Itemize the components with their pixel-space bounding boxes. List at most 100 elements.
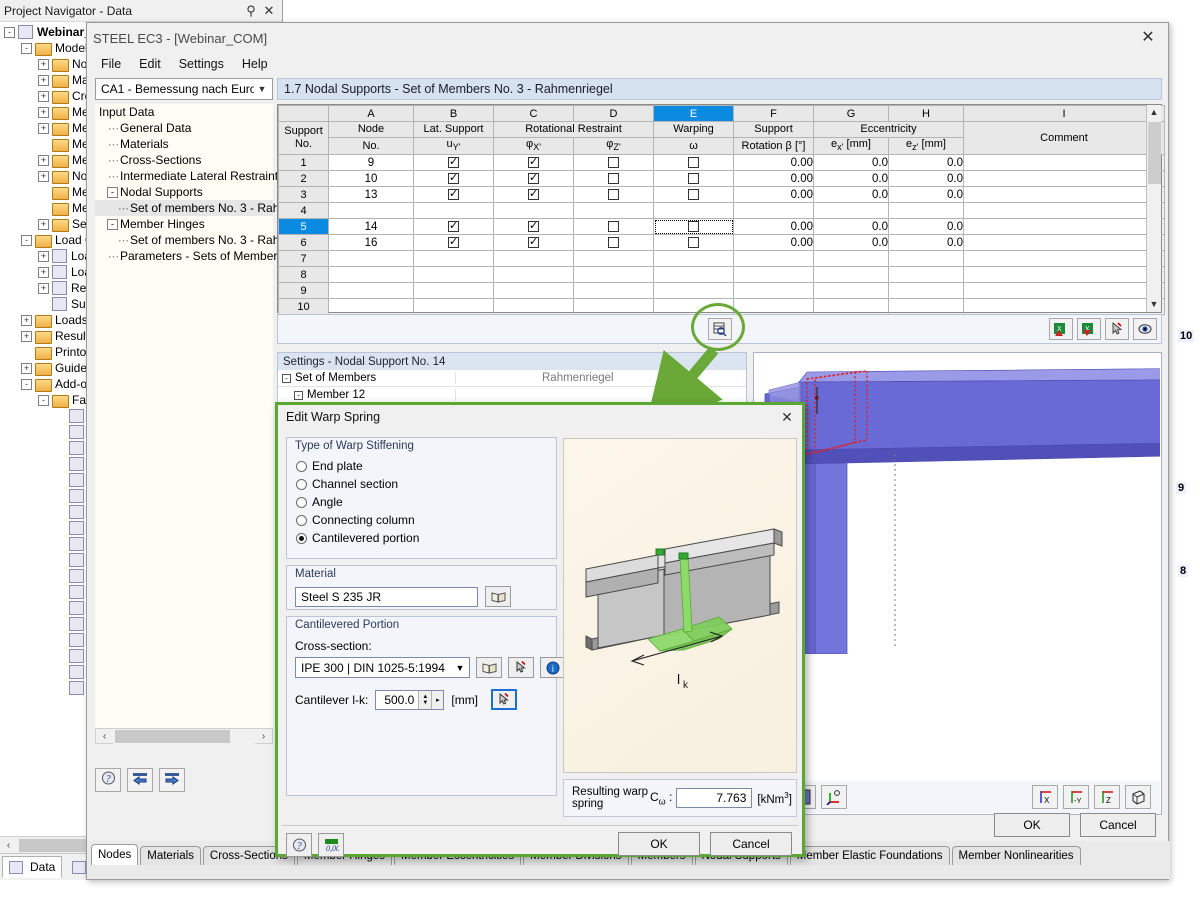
steel-window-menubar[interactable]: File Edit Settings Help bbox=[87, 53, 1168, 75]
table-row[interactable]: 190.000.00.0 bbox=[278, 154, 1165, 172]
cell-comment[interactable] bbox=[963, 170, 1165, 188]
cell-warping[interactable] bbox=[653, 202, 734, 220]
cell-warping[interactable] bbox=[653, 154, 734, 172]
menu-item-help[interactable]: Help bbox=[242, 57, 268, 71]
checkbox[interactable] bbox=[608, 237, 619, 249]
spinner-more-icon[interactable]: ▸ bbox=[431, 690, 444, 709]
cell-node[interactable] bbox=[328, 282, 414, 300]
cell-phix[interactable] bbox=[493, 170, 574, 188]
expander-icon[interactable]: + bbox=[21, 362, 32, 374]
cell-node[interactable] bbox=[328, 298, 414, 316]
spinner-up-down-icon[interactable]: ▲ ▼ bbox=[418, 690, 432, 709]
table-row[interactable]: 9 bbox=[278, 282, 1165, 300]
module-tree-item[interactable]: ⋯ Cross-Sections bbox=[95, 152, 273, 168]
scroll-left-icon[interactable]: ‹ bbox=[96, 729, 113, 744]
expander-icon[interactable]: + bbox=[38, 122, 49, 134]
cell-warping[interactable] bbox=[653, 186, 734, 204]
cell-ex[interactable]: 0.0 bbox=[813, 234, 889, 252]
chevron-down-icon[interactable]: ▼ bbox=[254, 84, 270, 94]
cell-ez[interactable]: 0.0 bbox=[888, 218, 964, 236]
excel-import-icon[interactable]: X bbox=[1049, 318, 1073, 340]
cell-comment[interactable] bbox=[963, 186, 1165, 204]
cell-lat-support[interactable] bbox=[413, 234, 494, 252]
row-header-cell[interactable]: 9 bbox=[278, 282, 329, 300]
cell-phix[interactable] bbox=[493, 186, 574, 204]
dialog-ok-button[interactable]: OK bbox=[618, 832, 700, 856]
cell-phix[interactable] bbox=[493, 154, 574, 172]
checkbox[interactable] bbox=[608, 221, 619, 233]
cell-phix[interactable] bbox=[493, 266, 574, 284]
cell-support-rotation[interactable] bbox=[733, 250, 814, 268]
column-header-I[interactable]: I bbox=[963, 105, 1165, 122]
cell-comment[interactable] bbox=[963, 266, 1165, 284]
checkbox[interactable] bbox=[448, 171, 459, 185]
scroll-thumb[interactable] bbox=[115, 729, 230, 743]
cell-node[interactable]: 9 bbox=[328, 154, 414, 172]
model-3d-view[interactable] bbox=[755, 354, 1160, 780]
cell-warping[interactable] bbox=[653, 218, 734, 236]
view-icon[interactable] bbox=[1133, 318, 1157, 340]
cell-support-rotation[interactable] bbox=[733, 298, 814, 316]
cell-warping[interactable] bbox=[653, 250, 734, 268]
row-header-cell[interactable]: 8 bbox=[278, 266, 329, 284]
book-icon[interactable] bbox=[485, 586, 511, 607]
scroll-up-icon[interactable]: ▲ bbox=[1147, 105, 1161, 120]
close-icon[interactable]: ✕ bbox=[260, 2, 278, 20]
cell-phiz[interactable] bbox=[573, 186, 654, 204]
cell-comment[interactable] bbox=[963, 250, 1165, 268]
module-tree-item[interactable]: ⋯ Materials bbox=[95, 136, 273, 152]
cell-ez[interactable]: 0.0 bbox=[888, 170, 964, 188]
module-tree-toolbar[interactable]: ? bbox=[95, 768, 185, 792]
column-header-C[interactable]: C bbox=[493, 105, 574, 122]
ok-button[interactable]: OK bbox=[994, 813, 1070, 837]
module-tree[interactable]: Input Data ⋯ General Data ⋯ Materials ⋯ Cross-… bbox=[95, 104, 332, 728]
radio-button[interactable] bbox=[296, 496, 307, 508]
cell-comment[interactable] bbox=[963, 234, 1165, 252]
table-row[interactable]: 2100.000.00.0 bbox=[278, 170, 1165, 188]
cell-comment[interactable] bbox=[963, 282, 1165, 300]
radio-option-connecting-column[interactable]: Connecting column bbox=[287, 511, 556, 529]
table-row[interactable]: 6160.000.00.0 bbox=[278, 234, 1165, 252]
checkbox[interactable] bbox=[688, 157, 699, 169]
close-icon[interactable]: ✕ bbox=[1134, 27, 1162, 49]
cell-phiz[interactable] bbox=[573, 170, 654, 188]
checkbox[interactable] bbox=[608, 173, 619, 185]
cell-phiz[interactable] bbox=[573, 218, 654, 236]
material-field[interactable]: Steel S 235 JR bbox=[295, 586, 478, 607]
cell-ex[interactable] bbox=[813, 282, 889, 300]
tab-member-nonlinearities[interactable]: Member Nonlinearities bbox=[951, 846, 1081, 865]
menu-item-settings[interactable]: Settings bbox=[179, 57, 224, 71]
radio-option-cantilevered-portion[interactable]: Cantilevered portion bbox=[287, 529, 556, 547]
expander-icon[interactable]: - bbox=[282, 373, 291, 383]
cell-lat-support[interactable] bbox=[413, 186, 494, 204]
expander-icon[interactable]: - bbox=[107, 186, 118, 198]
cell-phix[interactable] bbox=[493, 298, 574, 316]
cell-node[interactable]: 13 bbox=[328, 186, 414, 204]
expander-icon[interactable]: - bbox=[107, 218, 118, 230]
cell-lat-support[interactable] bbox=[413, 298, 494, 316]
table-row[interactable]: 8 bbox=[278, 266, 1165, 284]
isometric-icon[interactable] bbox=[1125, 785, 1151, 809]
dialog-cancel-button[interactable]: Cancel bbox=[710, 832, 792, 856]
radio-button[interactable] bbox=[296, 532, 307, 544]
cell-ex[interactable]: 0.0 bbox=[813, 186, 889, 204]
help-button[interactable]: ? bbox=[95, 768, 121, 792]
expander-icon[interactable]: - bbox=[294, 390, 303, 400]
column-header-F[interactable]: F bbox=[733, 105, 814, 122]
module-tree-item[interactable]: Input Data bbox=[95, 104, 273, 120]
expander-icon[interactable]: + bbox=[38, 250, 49, 262]
view-minus-y-icon[interactable]: -Y bbox=[1063, 785, 1089, 809]
navigator-tab-data[interactable]: Data bbox=[2, 856, 63, 878]
cell-support-rotation[interactable] bbox=[733, 266, 814, 284]
module-tree-hscrollbar[interactable]: ‹ › bbox=[95, 728, 273, 744]
view-x-icon[interactable]: X bbox=[1032, 785, 1058, 809]
table-row[interactable]: 3130.000.00.0 bbox=[278, 186, 1165, 204]
cell-phiz[interactable] bbox=[573, 154, 654, 172]
radio-button[interactable] bbox=[296, 478, 307, 490]
radio-option-channel-section[interactable]: Channel section bbox=[287, 475, 556, 493]
cell-ex[interactable]: 0.0 bbox=[813, 170, 889, 188]
module-tree-item[interactable]: - Nodal Supports bbox=[95, 184, 273, 200]
module-tree-item[interactable]: ⋯ General Data bbox=[95, 120, 273, 136]
row-header-cell[interactable]: 10 bbox=[278, 298, 329, 316]
settings-row[interactable]: - Set of Members Rahmenriegel bbox=[278, 370, 746, 387]
